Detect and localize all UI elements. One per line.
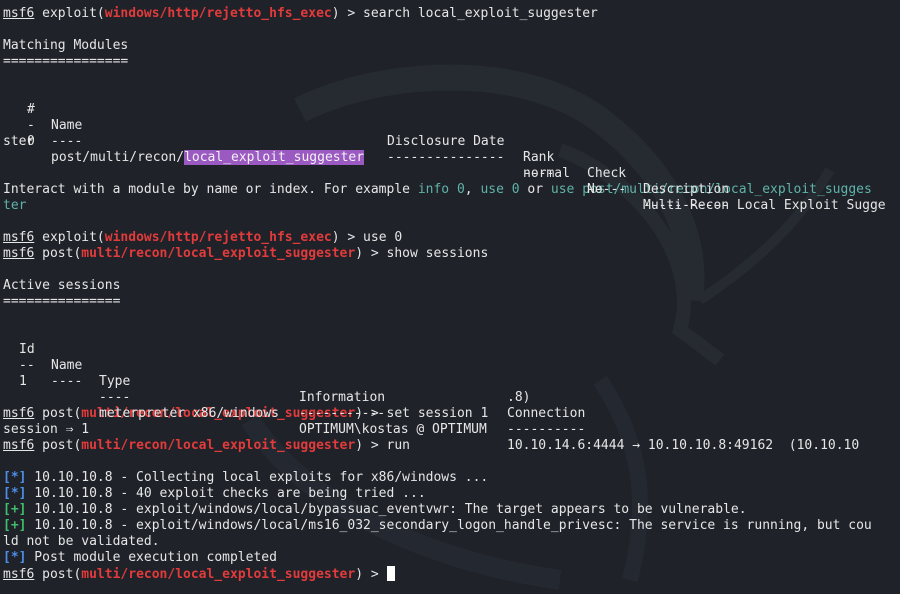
prompt-line[interactable]: msf6 post(multi/recon/local_exploit_sugg…: [3, 566, 872, 582]
hint-cmd-use: use 0: [480, 182, 520, 197]
text-cursor[interactable]: [386, 566, 395, 581]
prompt-line: msf6 post(multi/recon/local_exploit_sugg…: [3, 246, 489, 261]
session-type: meterpreter x86/windows: [99, 406, 280, 421]
hint-sep: ,: [464, 182, 481, 197]
row-check: No: [587, 182, 603, 197]
interact-hint: Interact with a module by name or index.…: [3, 182, 872, 198]
row-rank: normal: [523, 166, 570, 181]
output-text: 10.10.10.8 - 40 exploit checks are being…: [26, 486, 426, 501]
terminal-output: msf6 exploit(windows/http/rejetto_hfs_ex…: [3, 6, 886, 582]
section-rule: ================: [3, 54, 129, 69]
row-desc: Multi Recon Local Exploit Sugge: [643, 198, 886, 213]
prompt-line: msf6 exploit(windows/http/rejetto_hfs_ex…: [3, 6, 598, 21]
output-text: 10.10.10.8 - exploit/windows/local/bypas…: [26, 502, 747, 517]
module-name: multi/recon/local_exploit_suggester: [81, 567, 356, 582]
prompt-label: msf6: [3, 6, 35, 21]
table-row-wrap: .8): [3, 374, 872, 405]
good-tag: [+]: [3, 502, 27, 517]
output-line: [*] Post module execution completed: [3, 550, 872, 566]
session-info: OPTIMUM\kostas @ OPTIMUM: [299, 422, 487, 437]
rule-type: ----: [99, 390, 131, 405]
prompt-line: msf6 exploit(windows/http/rejetto_hfs_ex…: [3, 230, 403, 245]
module-name: multi/recon/local_exploit_suggester: [81, 438, 356, 453]
col-info: Information: [299, 390, 386, 405]
output-text: 10.10.10.8 - exploit/windows/local/ms16_…: [26, 518, 872, 533]
col-conn: Connection: [507, 406, 586, 421]
output-line: [*] 10.10.10.8 - Collecting local exploi…: [3, 470, 872, 486]
rule-date: ---------------: [387, 150, 505, 165]
session-conn-wrap: .8): [507, 390, 531, 405]
col-date: Disclosure Date: [387, 134, 505, 149]
prompt-label: msf6: [3, 230, 35, 245]
row-name: post/multi/recon/local_exploit_suggester: [51, 150, 365, 166]
table-row: 0 post/multi/recon/local_exploit_suggest…: [3, 118, 886, 213]
rule-name: ----: [51, 134, 83, 149]
module-name: multi/recon/local_exploit_suggester: [81, 246, 356, 261]
row-name-prefix: post/multi/recon/: [51, 150, 185, 165]
output-line: [+] 10.10.10.8 - exploit/windows/local/m…: [3, 518, 872, 534]
table-rule: -- ---- ---- ----------- ----------: [3, 342, 872, 437]
col-desc: Description: [643, 182, 730, 197]
col-check: Check: [587, 166, 627, 181]
prompt-label: msf6: [3, 246, 35, 261]
good-tag: [+]: [3, 518, 27, 533]
table-rule: - ---- --------------- ---- ----- ------…: [3, 102, 872, 213]
hint-cmd-info: info 0: [417, 182, 465, 197]
section-heading: Active sessions: [3, 278, 121, 293]
section-heading: Matching Modules: [3, 38, 129, 53]
command-text: > show sessions: [363, 246, 489, 261]
section-rule: ===============: [3, 294, 121, 309]
col-rank: Rank: [523, 150, 555, 165]
hint-or: or: [519, 182, 551, 197]
output-line: [*] 10.10.10.8 - 40 exploit checks are b…: [3, 486, 872, 502]
command-text: > use 0: [339, 230, 403, 245]
hint-text: Interact with a module by name or index.…: [3, 182, 418, 197]
table-header: # Name Disclosure Date Rank Check Descri…: [3, 86, 872, 197]
info-tag: [*]: [3, 486, 27, 501]
module-name: windows/http/rejetto_hfs_exec: [104, 6, 332, 21]
table-row: 1 meterpreter x86/windows OPTIMUM\kostas…: [3, 358, 872, 453]
rule-info: -----------: [299, 406, 386, 421]
output-text: 10.10.10.8 - Collecting local exploits f…: [26, 470, 489, 485]
row-name-match: local_exploit_suggester: [184, 150, 365, 165]
info-tag: [*]: [3, 550, 27, 565]
output-text: Post module execution completed: [26, 550, 277, 565]
session-conn: 10.10.14.6:4444 → 10.10.10.8:49162 (10.1…: [507, 438, 860, 453]
rule-conn: ----------: [507, 422, 586, 437]
output-line: [+] 10.10.10.8 - exploit/windows/local/b…: [3, 502, 872, 518]
command-text: > search local_exploit_suggester: [339, 6, 598, 21]
command-text: > run: [363, 438, 411, 453]
row-num: 0: [27, 134, 35, 149]
command-text: >: [363, 567, 387, 582]
output-wrap: ld not be validated.: [3, 534, 160, 549]
info-tag: [*]: [3, 470, 27, 485]
module-name: windows/http/rejetto_hfs_exec: [104, 230, 332, 245]
table-header: Id Name Type Information Connection: [3, 326, 872, 421]
prompt-label: msf6: [3, 567, 35, 582]
